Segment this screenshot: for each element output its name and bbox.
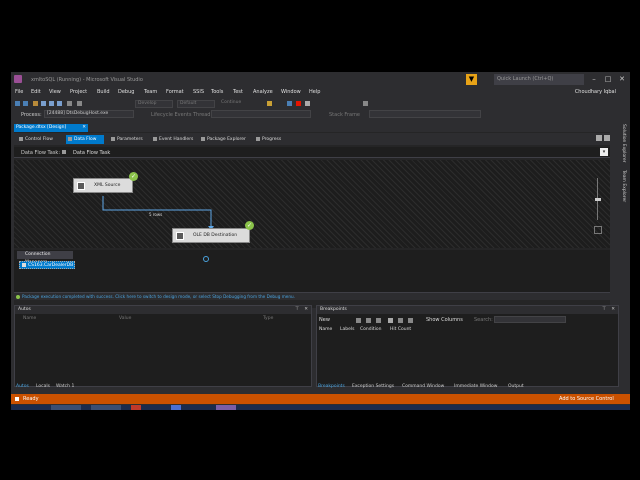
connection-managers-panel: [14, 250, 610, 292]
tab-autos[interactable]: Autos: [16, 383, 29, 391]
breakpoints-title: Breakpoints: [320, 307, 347, 312]
data-path-label: 5 rows: [149, 212, 163, 217]
busy-cursor-icon: [203, 256, 209, 262]
tab-locals[interactable]: Locals: [36, 383, 50, 391]
tab-breakpoints[interactable]: Breakpoints: [318, 383, 345, 391]
team-explorer-tab[interactable]: Team Explorer: [621, 170, 626, 202]
show-columns-button[interactable]: Show Columns: [426, 317, 463, 323]
close-panel-icon[interactable]: ✕: [611, 306, 615, 314]
success-check-icon: ✓: [245, 221, 254, 230]
bottom-tabs-left: Autos Locals Watch 1: [14, 383, 312, 391]
tab-immediate-window[interactable]: Immediate Window: [454, 383, 497, 391]
status-text: Ready: [23, 396, 39, 402]
import-icon[interactable]: [398, 318, 403, 323]
column-name[interactable]: Name: [23, 316, 36, 321]
tab-command-window[interactable]: Command Window: [402, 383, 444, 391]
column-name[interactable]: Name: [319, 327, 332, 332]
pin-icon[interactable]: ⊤: [602, 306, 606, 314]
database-icon: [22, 263, 26, 267]
tab-exception-settings[interactable]: Exception Settings: [352, 383, 394, 391]
connection-managers-tab[interactable]: Connection Managers: [17, 251, 73, 265]
column-type[interactable]: Type: [263, 316, 273, 321]
autos-title: Autos: [18, 307, 31, 312]
autos-panel: Autos ⊤ ✕ Name Value Type: [14, 305, 312, 387]
new-breakpoint-button[interactable]: New: [319, 317, 330, 323]
tab-watch-1[interactable]: Watch 1: [56, 383, 74, 391]
pin-icon[interactable]: ⊤: [295, 306, 299, 314]
connection-manager-item[interactable]: CS163.CarDealerDB: [19, 261, 75, 269]
go-to-source-icon[interactable]: [408, 318, 413, 323]
oledb-destination-component[interactable]: OLE DB Destination: [172, 228, 250, 243]
visual-studio-window: xmltoSQL (Running) - Microsoft Visual St…: [11, 72, 630, 410]
bottom-tabs-right: Breakpoints Exception Settings Command W…: [316, 383, 619, 391]
xml-source-icon: [77, 182, 85, 190]
connection-manager-name: CS163.CarDealerDB: [28, 263, 74, 268]
side-panel-tabs: Solution Explorer Team Explorer: [619, 122, 630, 392]
taskbar-app-icon[interactable]: [51, 405, 81, 410]
toggle-all-icon[interactable]: [376, 318, 381, 323]
column-value[interactable]: Value: [119, 316, 131, 321]
export-icon[interactable]: [388, 318, 393, 323]
delete-breakpoint-icon[interactable]: [356, 318, 361, 323]
success-check-icon: ✓: [129, 172, 138, 181]
zoom-slider[interactable]: [595, 178, 601, 220]
oledb-destination-label: OLE DB Destination: [193, 233, 238, 238]
search-input[interactable]: [494, 316, 566, 323]
xml-source-component[interactable]: XML Source: [73, 178, 133, 193]
xml-source-label: XML Source: [94, 183, 121, 188]
breakpoints-toolbar: New Show Columns Search:: [316, 315, 626, 325]
execution-status-message[interactable]: Package execution completed with success…: [14, 292, 610, 300]
zoom-thumb[interactable]: [595, 198, 601, 201]
column-hit-count[interactable]: Hit Count: [390, 327, 411, 332]
breakpoints-columns: Name Labels Condition Hit Count: [316, 326, 626, 334]
search-label: Search:: [474, 317, 493, 323]
column-condition[interactable]: Condition: [360, 327, 381, 332]
autos-header: Autos ⊤ ✕: [15, 306, 311, 314]
delete-all-icon[interactable]: [366, 318, 371, 323]
breakpoints-header: Breakpoints ⊤ ✕: [317, 306, 618, 314]
tab-output[interactable]: Output: [508, 383, 524, 391]
taskbar-app-icon[interactable]: [91, 405, 121, 410]
fit-to-window-icon[interactable]: [594, 226, 602, 234]
solution-explorer-tab[interactable]: Solution Explorer: [621, 124, 626, 163]
taskbar-app-icon[interactable]: [216, 405, 236, 410]
add-to-source-control-button[interactable]: Add to Source Control: [559, 394, 614, 404]
status-bar: Ready Add to Source Control: [11, 394, 630, 404]
taskbar-app-icon[interactable]: [171, 405, 181, 410]
taskbar-app-icon[interactable]: [131, 405, 141, 410]
oledb-destination-icon: [176, 232, 184, 240]
windows-taskbar: [11, 405, 630, 410]
column-labels[interactable]: Labels: [340, 327, 354, 332]
close-panel-icon[interactable]: ✕: [304, 306, 308, 314]
status-icon: [15, 397, 19, 401]
